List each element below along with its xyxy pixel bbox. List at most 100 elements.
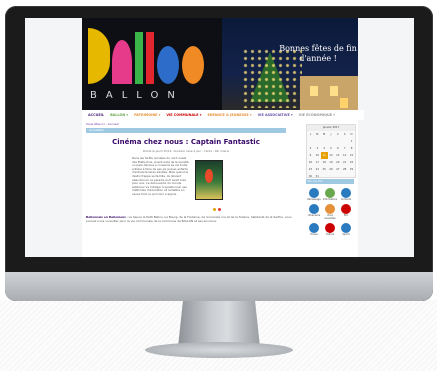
monitor-chin [5,272,433,301]
calendar-day[interactable]: 29 [348,166,355,173]
map-icon [309,204,319,214]
logo-letter-l [135,32,143,84]
monitor-screen: BALLON Bonnes fêtes de fin d'année ! ACC… [25,18,414,257]
calendar-day[interactable]: 6 [334,145,341,152]
calendar-weekday: S [343,133,346,136]
holiday-greeting: Bonnes fêtes de fin d'année ! [279,44,357,63]
culture-icon [325,223,335,233]
calendar-widget: Janvier 2017 LMMJVSD 1 2 3 4 5 6 7 8 9 10 11 12 13 14… [306,124,356,178]
calendar-day[interactable]: 28 [341,166,348,173]
quick-link[interactable]: PLU [338,204,354,220]
quick-link[interactable]: Culture [322,223,338,236]
quick-link[interactable]: Informations [322,188,338,201]
calendar-day[interactable]: 10 [314,152,321,159]
article-body: Dans les forêts reculées du nord-ouest d… [132,156,190,196]
logo-letter-l [146,32,154,84]
calendar-day[interactable]: 11 [320,152,328,159]
quick-link-label: Urbanisme [307,214,321,217]
calendar-day[interactable]: 1 [348,138,355,145]
calendar-day[interactable]: 16 [307,159,314,166]
calendar-weekday: M [322,133,326,136]
calendar-day[interactable]: 19 [328,159,335,166]
calendar-day[interactable]: 20 [334,159,341,166]
quick-link[interactable]: Urbanisme [306,204,322,220]
quick-link[interactable]: Sports [338,223,354,236]
calendar-day[interactable]: 14 [341,152,348,159]
quick-link[interactable]: Écoles [306,223,322,236]
calendar-day [307,138,314,145]
section-header: Actualités [86,128,286,133]
logo-letter-o [157,46,179,84]
article-title[interactable]: Cinéma chez nous : Captain Fantastic [86,138,286,146]
slider-dots [213,208,221,211]
monitor-base [145,342,293,358]
calendar-day[interactable]: 4 [321,145,328,152]
calendar-weekday: V [336,133,339,136]
header-banner: BALLON Bonnes fêtes de fin d'année ! [82,18,358,110]
calendar-weekday: J [330,133,332,136]
quick-link[interactable]: Vivre ensemble [322,204,338,220]
calendar-day[interactable]: 27 [334,166,341,173]
menu-item[interactable]: VIE ASSOCIATIVE ▾ [258,113,293,117]
article-meta: Publié le jeudi 15/12, dernière mise à j… [142,149,230,153]
calendar-day[interactable]: 17 [314,159,321,166]
sidebar-header: En un clic [306,179,354,184]
calendar-day[interactable]: 13 [334,152,341,159]
website-page: BALLON Bonnes fêtes de fin d'année ! ACC… [82,18,364,257]
calendar-day[interactable]: 26 [328,166,335,173]
slider-dot[interactable] [213,208,216,211]
quick-links: Ramassage Informations Contacts Urbanisme Vi… [306,188,354,236]
quick-link[interactable]: Ramassage [306,188,322,201]
movie-poster[interactable] [195,160,223,200]
school-icon [309,223,319,233]
menu-item[interactable]: BALLON ▾ [110,113,128,117]
monitor-stand [178,301,260,347]
calendar-day[interactable]: 21 [341,159,348,166]
logo-letter-a [112,40,132,84]
calendar-weekday: M [316,133,319,136]
calendar-weekday: D [350,133,353,136]
info-icon [325,188,335,198]
quick-link-label: Culture [325,233,335,236]
calendar-day [334,138,341,145]
breadcrumb[interactable]: Vous êtes ici : Accueil [86,122,118,126]
calendar-day [328,138,335,145]
sport-icon [341,223,351,233]
plu-icon [341,204,351,214]
menu-item[interactable]: VIE ÉCONOMIQUE ▾ [299,113,335,117]
calendar-day[interactable]: 3 [314,145,321,152]
menu-item[interactable]: VIE COMMUNALE ▾ [166,113,201,117]
menu-item[interactable]: ACCUEIL [88,113,104,117]
calendar-day[interactable]: 18 [321,159,328,166]
slider-dot[interactable] [218,208,221,211]
calendar-day[interactable]: 23 [307,166,314,173]
menu-item[interactable]: PATRIMOINE ▾ [134,113,160,117]
quick-link-label: Ramassage [307,198,321,201]
calendar-day[interactable]: 2 [307,145,314,152]
calendar-day [314,138,321,145]
quick-link-label: Contacts [340,198,352,201]
calendar-day[interactable]: 24 [314,166,321,173]
quick-link-label: Informations [322,198,338,201]
calendar-day[interactable]: 5 [328,145,335,152]
calendar-day[interactable]: 22 [348,159,355,166]
calendar-day [321,138,328,145]
main-menu: ACCUEIL BALLON ▾ PATRIMOINE ▾ VIE COMMUNALE… [82,110,364,120]
menu-item[interactable]: ENFANCE & JEUNESSE ▾ [207,113,251,117]
calendar-day[interactable]: 8 [348,145,355,152]
quick-link-label: PLU [343,214,349,217]
footer-description: Ballonnais en Balloniens : La Sauve le P… [86,215,292,224]
quick-link[interactable]: Contacts [338,188,354,201]
calendar-day[interactable]: 12 [328,152,335,159]
calendar-weekday: L [309,133,312,136]
calendar-day[interactable]: 9 [307,152,314,159]
document-icon [309,188,319,198]
quick-link-label: Écoles [310,233,318,236]
calendar-day [341,138,348,145]
quick-link-label: Vivre ensemble [324,214,336,220]
calendar-day[interactable]: 15 [348,152,355,159]
calendar-day[interactable]: 25 [321,166,328,173]
house-image [300,76,358,110]
calendar-day[interactable]: 7 [341,145,348,152]
phone-icon [341,188,351,198]
